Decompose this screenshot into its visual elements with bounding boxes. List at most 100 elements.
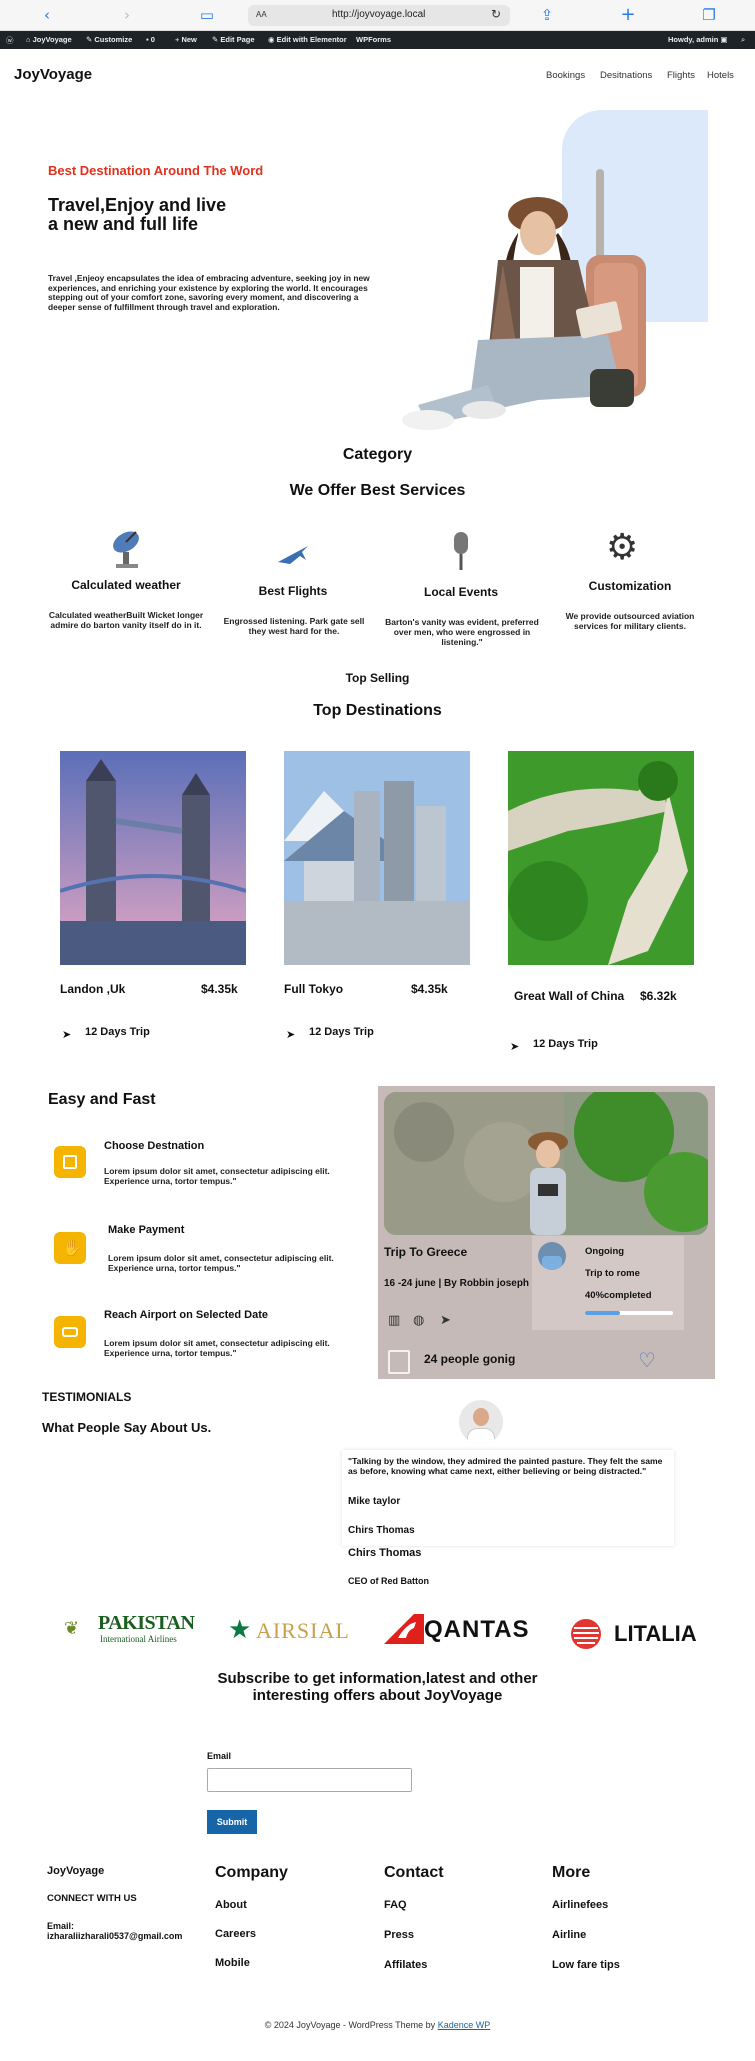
heart-icon[interactable]: ♡ (638, 1348, 656, 1372)
trip-card-people: 24 people gonig (424, 1352, 516, 1366)
footer-email[interactable]: Email: izharaliizharali0537@gmail.com (47, 1921, 197, 1941)
step-title-payment: Make Payment (108, 1224, 185, 1236)
footer-connect: CONNECT WITH US (47, 1893, 137, 1904)
wordpress-icon[interactable]: ⓦ (6, 35, 14, 46)
reload-icon[interactable]: ↻ (491, 7, 501, 21)
destination-price-china: $6.32k (640, 989, 677, 1003)
admin-wpforms-link[interactable]: WPForms (356, 35, 391, 44)
building-icon (388, 1350, 410, 1374)
step-title-airport: Reach Airport on Selected Date (104, 1309, 269, 1321)
book-icon[interactable]: ▭ (198, 6, 216, 24)
share-icon[interactable]: ⇪ (538, 6, 556, 24)
trip-status: Ongoing (585, 1246, 625, 1257)
nav-destinations[interactable]: Desitnations (600, 70, 652, 81)
navigation-arrow-icon: ➤ (510, 1040, 520, 1053)
gear-icon: ⚙ (606, 527, 639, 568)
testimonials-title: What People Say About Us. (42, 1420, 212, 1435)
service-title-flights: Best Flights (258, 584, 328, 598)
destination-trip-tokyo: 12 Days Trip (309, 1026, 374, 1038)
admin-new-link[interactable]: + New (175, 35, 197, 44)
submit-button[interactable]: Submit (207, 1810, 257, 1834)
text-size-button[interactable]: AA (256, 10, 267, 19)
footer-link-airlinefees[interactable]: Airlinefees (552, 1899, 608, 1911)
service-text-events: Barton's vanity was evident, preferred o… (385, 617, 539, 647)
step-text-choose: Lorem ipsum dolor sit amet, consectetur … (104, 1166, 330, 1186)
service-text-weather: Calculated weatherBuilt Wicket longer ad… (48, 610, 204, 630)
admin-edit-page-link[interactable]: ✎ Edit Page (212, 35, 255, 44)
send-icon[interactable]: ➤ (440, 1313, 451, 1328)
services-title: We Offer Best Services (289, 482, 466, 499)
step-text-airport: Lorem ipsum dolor sit amet, consectetur … (104, 1338, 330, 1358)
subscribe-title: Subscribe to get information,latest and … (217, 1670, 538, 1704)
litalia-logo-mark (571, 1619, 601, 1649)
pia-logo: PAKISTAN (98, 1612, 195, 1634)
airsial-logo: AIRSIAL (256, 1618, 350, 1643)
search-icon[interactable]: ⌕ (741, 35, 745, 45)
forward-icon[interactable]: › (118, 6, 136, 24)
qantas-kangaroo-icon (384, 1614, 424, 1644)
email-label: Email (207, 1751, 232, 1761)
browser-toolbar: ‹ › ▭ AA http://joyvoyage.local ↻ ⇪ + ❐ (0, 0, 755, 31)
new-tab-icon[interactable]: + (619, 6, 637, 24)
copyright-text: © 2024 JoyVoyage - WordPress Theme by (264, 2020, 436, 2030)
trip-card-title: Trip To Greece (384, 1245, 468, 1259)
satellite-dish-icon (113, 531, 139, 568)
navigation-arrow-icon: ➤ (62, 1028, 72, 1041)
great-wall-image[interactable] (508, 751, 694, 965)
nav-hotels[interactable]: Hotels (707, 70, 734, 81)
chip-icon (54, 1146, 86, 1178)
footer-contact-title: Contact (384, 1864, 444, 1881)
site-logo[interactable]: JoyVoyage (14, 66, 92, 83)
footer-link-low-fare[interactable]: Low fare tips (552, 1959, 620, 1971)
email-field[interactable] (207, 1768, 412, 1792)
dribbble-icon[interactable]: ◍ (413, 1313, 424, 1328)
car-icon (54, 1316, 86, 1348)
footer-link-faq[interactable]: FAQ (384, 1899, 407, 1911)
trip-progress-bar (585, 1311, 673, 1315)
pia-logo-mark: ❦ (64, 1618, 80, 1639)
admin-site-link[interactable]: ⌂ JoyVoyage (26, 35, 72, 44)
footer-link-press[interactable]: Press (384, 1929, 414, 1941)
hero-description: Travel ,Enjeoy encapsulates the idea of … (48, 273, 370, 312)
address-bar[interactable]: AA http://joyvoyage.local ↻ (248, 5, 510, 26)
tabs-icon[interactable]: ❐ (700, 6, 718, 24)
footer-brand: JoyVoyage (47, 1865, 105, 1877)
trip-card-photo (384, 1092, 708, 1235)
destination-name-london: Landon ,Uk (60, 982, 126, 996)
testimonial-name: Chirs Thomas (348, 1525, 415, 1536)
footer-link-mobile[interactable]: Mobile (215, 1957, 250, 1969)
admin-comments-link[interactable]: ▪ 0 (146, 35, 155, 44)
london-image[interactable] (60, 751, 246, 965)
destination-name-china: Great Wall of China (514, 989, 625, 1003)
tokyo-image[interactable] (284, 751, 470, 965)
back-icon[interactable]: ‹ (38, 6, 56, 24)
nav-bookings[interactable]: Bookings (546, 70, 585, 81)
footer-link-careers[interactable]: Careers (215, 1928, 256, 1940)
footer-link-affiliates[interactable]: Affilates (384, 1959, 427, 1971)
destination-price-tokyo: $4.35k (411, 982, 448, 996)
step-title-choose: Choose Destnation (104, 1140, 205, 1152)
map-icon[interactable]: ▥ (388, 1313, 400, 1328)
footer-company-title: Company (215, 1864, 288, 1881)
nav-flights[interactable]: Flights (667, 70, 695, 81)
footer-more-title: More (552, 1864, 591, 1881)
testimonial-quote: "Talking by the window, they admired the… (348, 1456, 663, 1476)
services-eyebrow: Category (342, 446, 413, 463)
wp-admin-bar: ⓦ ⌂ JoyVoyage ✎ Customize ▪ 0 + New ✎ Ed… (0, 31, 755, 49)
admin-howdy[interactable]: Howdy, admin ▣ (668, 35, 727, 44)
admin-elementor-link[interactable]: ◉ Edit with Elementor (268, 35, 347, 44)
destinations-eyebrow: Top Selling (345, 671, 410, 685)
litalia-logo: LITALIA (614, 1621, 697, 1646)
steps-title: Easy and Fast (48, 1091, 156, 1108)
trip-subtitle: Trip to rome (585, 1268, 640, 1279)
pia-logo-subtitle: International Airlines (100, 1634, 177, 1644)
step-text-payment: Lorem ipsum dolor sit amet, consectetur … (108, 1253, 334, 1273)
url-text[interactable]: http://joyvoyage.local (332, 9, 425, 20)
destination-trip-china: 12 Days Trip (533, 1038, 598, 1050)
footer-copyright: © 2024 JoyVoyage - WordPress Theme by Ka… (0, 2020, 755, 2030)
footer-link-about[interactable]: About (215, 1899, 247, 1911)
payment-hand-icon: ✋ (54, 1232, 86, 1264)
admin-customize-link[interactable]: ✎ Customize (86, 35, 132, 44)
kadence-link[interactable]: Kadence WP (438, 2020, 491, 2030)
footer-link-airline[interactable]: Airline (552, 1929, 586, 1941)
